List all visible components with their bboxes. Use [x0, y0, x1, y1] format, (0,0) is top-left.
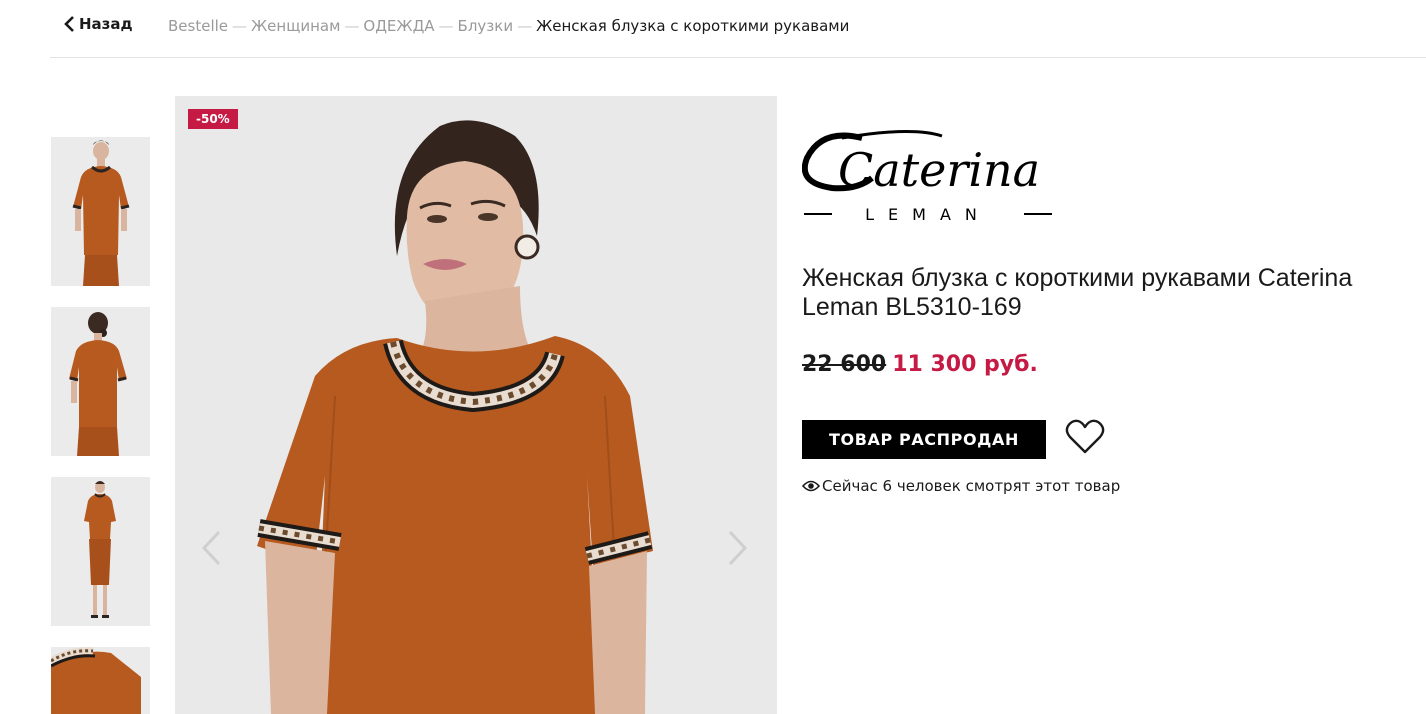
old-price: 22 600 — [802, 352, 887, 377]
logo-subtext: LEMAN — [865, 205, 991, 224]
header-divider — [50, 57, 1426, 58]
chevron-right-icon[interactable] — [726, 528, 750, 568]
back-link[interactable]: Назад — [64, 15, 133, 33]
top-bar: Назад Bestelle — Женщинам — ОДЕЖДА — Блузки — Же… — [0, 0, 1426, 57]
thumbnail-back[interactable] — [51, 307, 150, 456]
main-product-image: -50% — [175, 96, 777, 714]
product-photo — [175, 96, 777, 714]
heart-icon[interactable] — [1064, 418, 1106, 456]
logo-wordmark: Caterina — [838, 143, 1040, 197]
breadcrumb-separator: — — [344, 17, 360, 35]
product-thumbnail-image — [51, 307, 150, 456]
viewers-text: Сейчас 6 человек смотрят этот товар — [822, 477, 1121, 495]
breadcrumb-item-blouses[interactable]: Блузки — [458, 17, 514, 35]
brand-logo[interactable]: Caterina LEMAN — [802, 128, 1054, 224]
product-thumbnail-image — [51, 647, 150, 714]
new-price: 11 300 руб. — [892, 352, 1038, 377]
breadcrumb-separator: — — [517, 17, 533, 35]
product-thumbnail-image — [51, 477, 150, 626]
discount-badge: -50% — [188, 109, 238, 129]
chevron-left-icon[interactable] — [199, 528, 223, 568]
breadcrumb-separator: — — [232, 17, 248, 35]
chevron-left-icon — [64, 16, 74, 32]
back-label: Назад — [79, 15, 133, 33]
breadcrumb-separator: — — [438, 17, 454, 35]
thumbnail-full-look[interactable] — [51, 477, 150, 626]
eye-icon — [802, 480, 820, 492]
viewers-notice: Сейчас 6 человек смотрят этот товар — [802, 477, 1120, 495]
product-thumbnail-image — [51, 137, 150, 286]
product-title: Женская блузка с короткими рукавами Cate… — [802, 264, 1353, 321]
thumbnail-front[interactable] — [51, 137, 150, 286]
breadcrumb-item-bestelle[interactable]: Bestelle — [168, 17, 228, 35]
price: 22 600 11 300 руб. — [802, 352, 1038, 377]
breadcrumb-current: Женская блузка с короткими рукавами — [536, 17, 850, 35]
breadcrumb: Bestelle — Женщинам — ОДЕЖДА — Блузки — Женская … — [168, 17, 849, 35]
sold-out-button[interactable]: ТОВАР РАСПРОДАН — [802, 420, 1046, 459]
breadcrumb-item-clothing[interactable]: ОДЕЖДА — [363, 17, 434, 35]
breadcrumb-item-women[interactable]: Женщинам — [251, 17, 340, 35]
thumbnail-detail[interactable] — [51, 647, 150, 714]
